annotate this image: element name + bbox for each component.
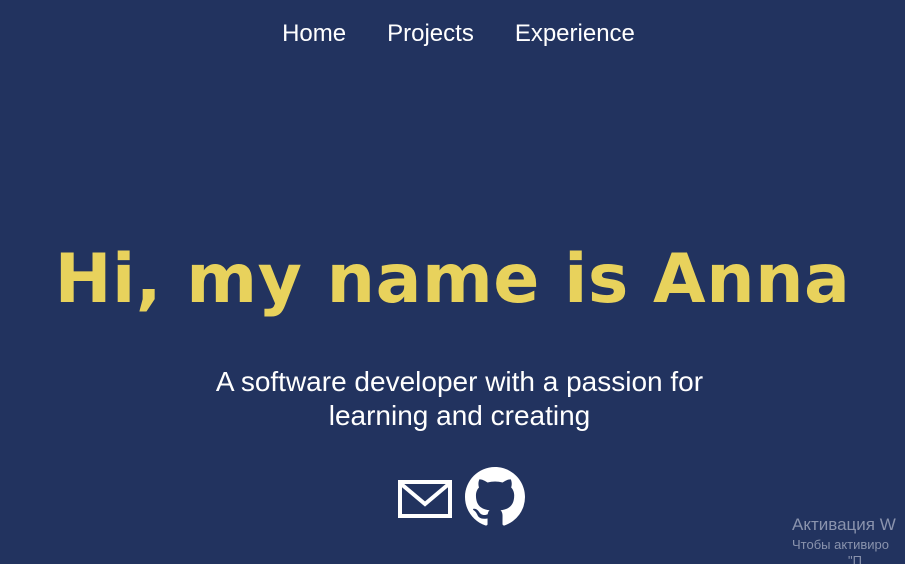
nav-projects-link[interactable]: Projects — [387, 19, 474, 49]
hero-subtitle-line-1: A software developer with a passion for — [215, 366, 704, 397]
watermark-title: Активация W — [792, 515, 896, 534]
social-links — [397, 467, 525, 532]
hero-subtitle-line-2: learning and creating — [328, 400, 591, 431]
watermark-line-1: Чтобы активиро — [792, 537, 890, 552]
github-link[interactable] — [465, 467, 525, 532]
hero-subtitle: A software developer with a passion for … — [192, 365, 727, 433]
envelope-icon — [398, 480, 452, 518]
hero-title: Hi, my name is Anna — [54, 240, 851, 319]
nav-experience-link[interactable]: Experience — [515, 19, 635, 49]
github-icon — [465, 467, 525, 526]
top-nav: Home Projects Experience — [0, 19, 905, 49]
watermark-line-2: "П — [848, 553, 862, 564]
email-link[interactable] — [397, 474, 453, 525]
windows-activation-watermark: Активация W Чтобы активиро "П — [792, 514, 905, 564]
nav-home-link[interactable]: Home — [282, 19, 346, 49]
